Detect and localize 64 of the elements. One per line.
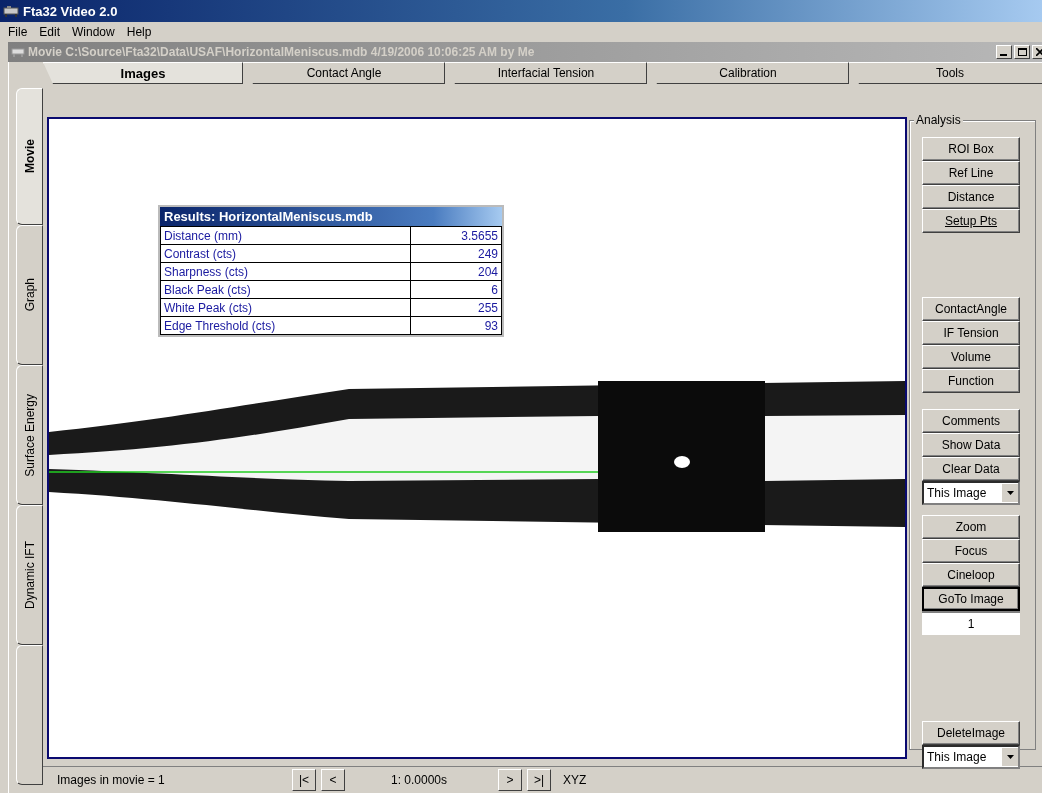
analysis-button[interactable]: Zoom — [922, 515, 1020, 539]
analysis-button[interactable]: Function — [922, 369, 1020, 393]
table-cell: 6 — [410, 280, 502, 299]
tab[interactable]: Images — [43, 62, 243, 84]
analysis-button[interactable]: GoTo Image — [922, 587, 1020, 611]
analysis-button[interactable]: Setup Pts — [922, 209, 1020, 233]
navigation-button[interactable]: < — [321, 769, 345, 791]
side-tab[interactable]: Movie — [16, 88, 43, 225]
analysis-button[interactable]: ROI Box — [922, 137, 1020, 161]
image-number-field[interactable]: 1 — [922, 611, 1020, 635]
table-cell: Distance (mm) — [160, 226, 411, 245]
analysis-button[interactable]: Comments — [922, 409, 1020, 433]
table-cell: 93 — [410, 316, 502, 335]
table-cell: Sharpness (cts) — [160, 262, 411, 281]
app-title: Fta32 Video 2.0 — [23, 3, 118, 19]
side-tab[interactable]: Dynamic IFT — [16, 505, 43, 645]
dropdown[interactable]: This Image — [922, 481, 1020, 505]
dropdown[interactable]: This Image — [922, 745, 1020, 769]
side-tab[interactable]: Graph — [16, 225, 43, 365]
analysis-button[interactable]: Ref Line — [922, 161, 1020, 185]
tab[interactable]: Calibration — [647, 62, 849, 84]
tab[interactable]: Interfacial Tension — [445, 62, 647, 84]
maximize-button[interactable] — [1014, 45, 1030, 59]
navigation-button[interactable]: |< — [292, 769, 316, 791]
minimize-button[interactable] — [996, 45, 1012, 59]
document-icon — [11, 46, 25, 58]
group-title: Analysis — [914, 113, 963, 127]
menu-item[interactable]: Window — [66, 25, 121, 39]
analysis-button[interactable]: DeleteImage — [922, 721, 1020, 745]
table-cell: Black Peak (cts) — [160, 280, 411, 299]
navigation-button[interactable]: >| — [527, 769, 551, 791]
tab[interactable]: Tools — [849, 62, 1042, 84]
results-title: Results: HorizontalMeniscus.mdb — [160, 207, 502, 226]
tab[interactable]: Contact Angle — [243, 62, 445, 84]
status-label: XYZ — [563, 773, 587, 787]
app-icon — [3, 5, 19, 17]
menu-item[interactable]: Edit — [33, 25, 67, 39]
analysis-button[interactable]: Distance — [922, 185, 1020, 209]
maximize-icon — [1017, 48, 1027, 56]
analysis-button[interactable]: Show Data — [922, 433, 1020, 457]
side-tab[interactable] — [16, 645, 43, 785]
table-cell: 204 — [410, 262, 502, 281]
menu-item[interactable]: Help — [120, 25, 158, 39]
close-icon — [1036, 48, 1042, 56]
dropdown-arrow-icon — [1006, 755, 1014, 759]
frame-time: 1: 0.0000s — [389, 773, 448, 787]
table-cell: 255 — [410, 298, 502, 317]
dropdown-arrow-icon — [1006, 491, 1014, 495]
table-cell: White Peak (cts) — [160, 298, 411, 317]
side-tab[interactable]: Surface Energy — [16, 365, 43, 505]
analysis-button[interactable]: ContactAngle — [922, 297, 1020, 321]
table-cell: 3.5655 — [410, 226, 502, 245]
document-title: Movie C:\Source\Fta32\Data\USAF\HorizontalMeniscus.mdb 4/19/2006 10:06:25 AM by Me — [28, 45, 535, 59]
navigation-button[interactable]: > — [498, 769, 522, 791]
table-cell: 249 — [410, 244, 502, 263]
analysis-button[interactable]: Volume — [922, 345, 1020, 369]
analysis-button[interactable]: Clear Data — [922, 457, 1020, 481]
analysis-button[interactable]: Cineloop — [922, 563, 1020, 587]
table-cell: Edge Threshold (cts) — [160, 316, 411, 335]
menu-item[interactable]: File — [2, 25, 34, 39]
analysis-button[interactable]: IF Tension — [922, 321, 1020, 345]
table-cell: Contrast (cts) — [160, 244, 411, 263]
analysis-button[interactable]: Focus — [922, 539, 1020, 563]
status-text: Images in movie = 1 — [56, 773, 166, 787]
